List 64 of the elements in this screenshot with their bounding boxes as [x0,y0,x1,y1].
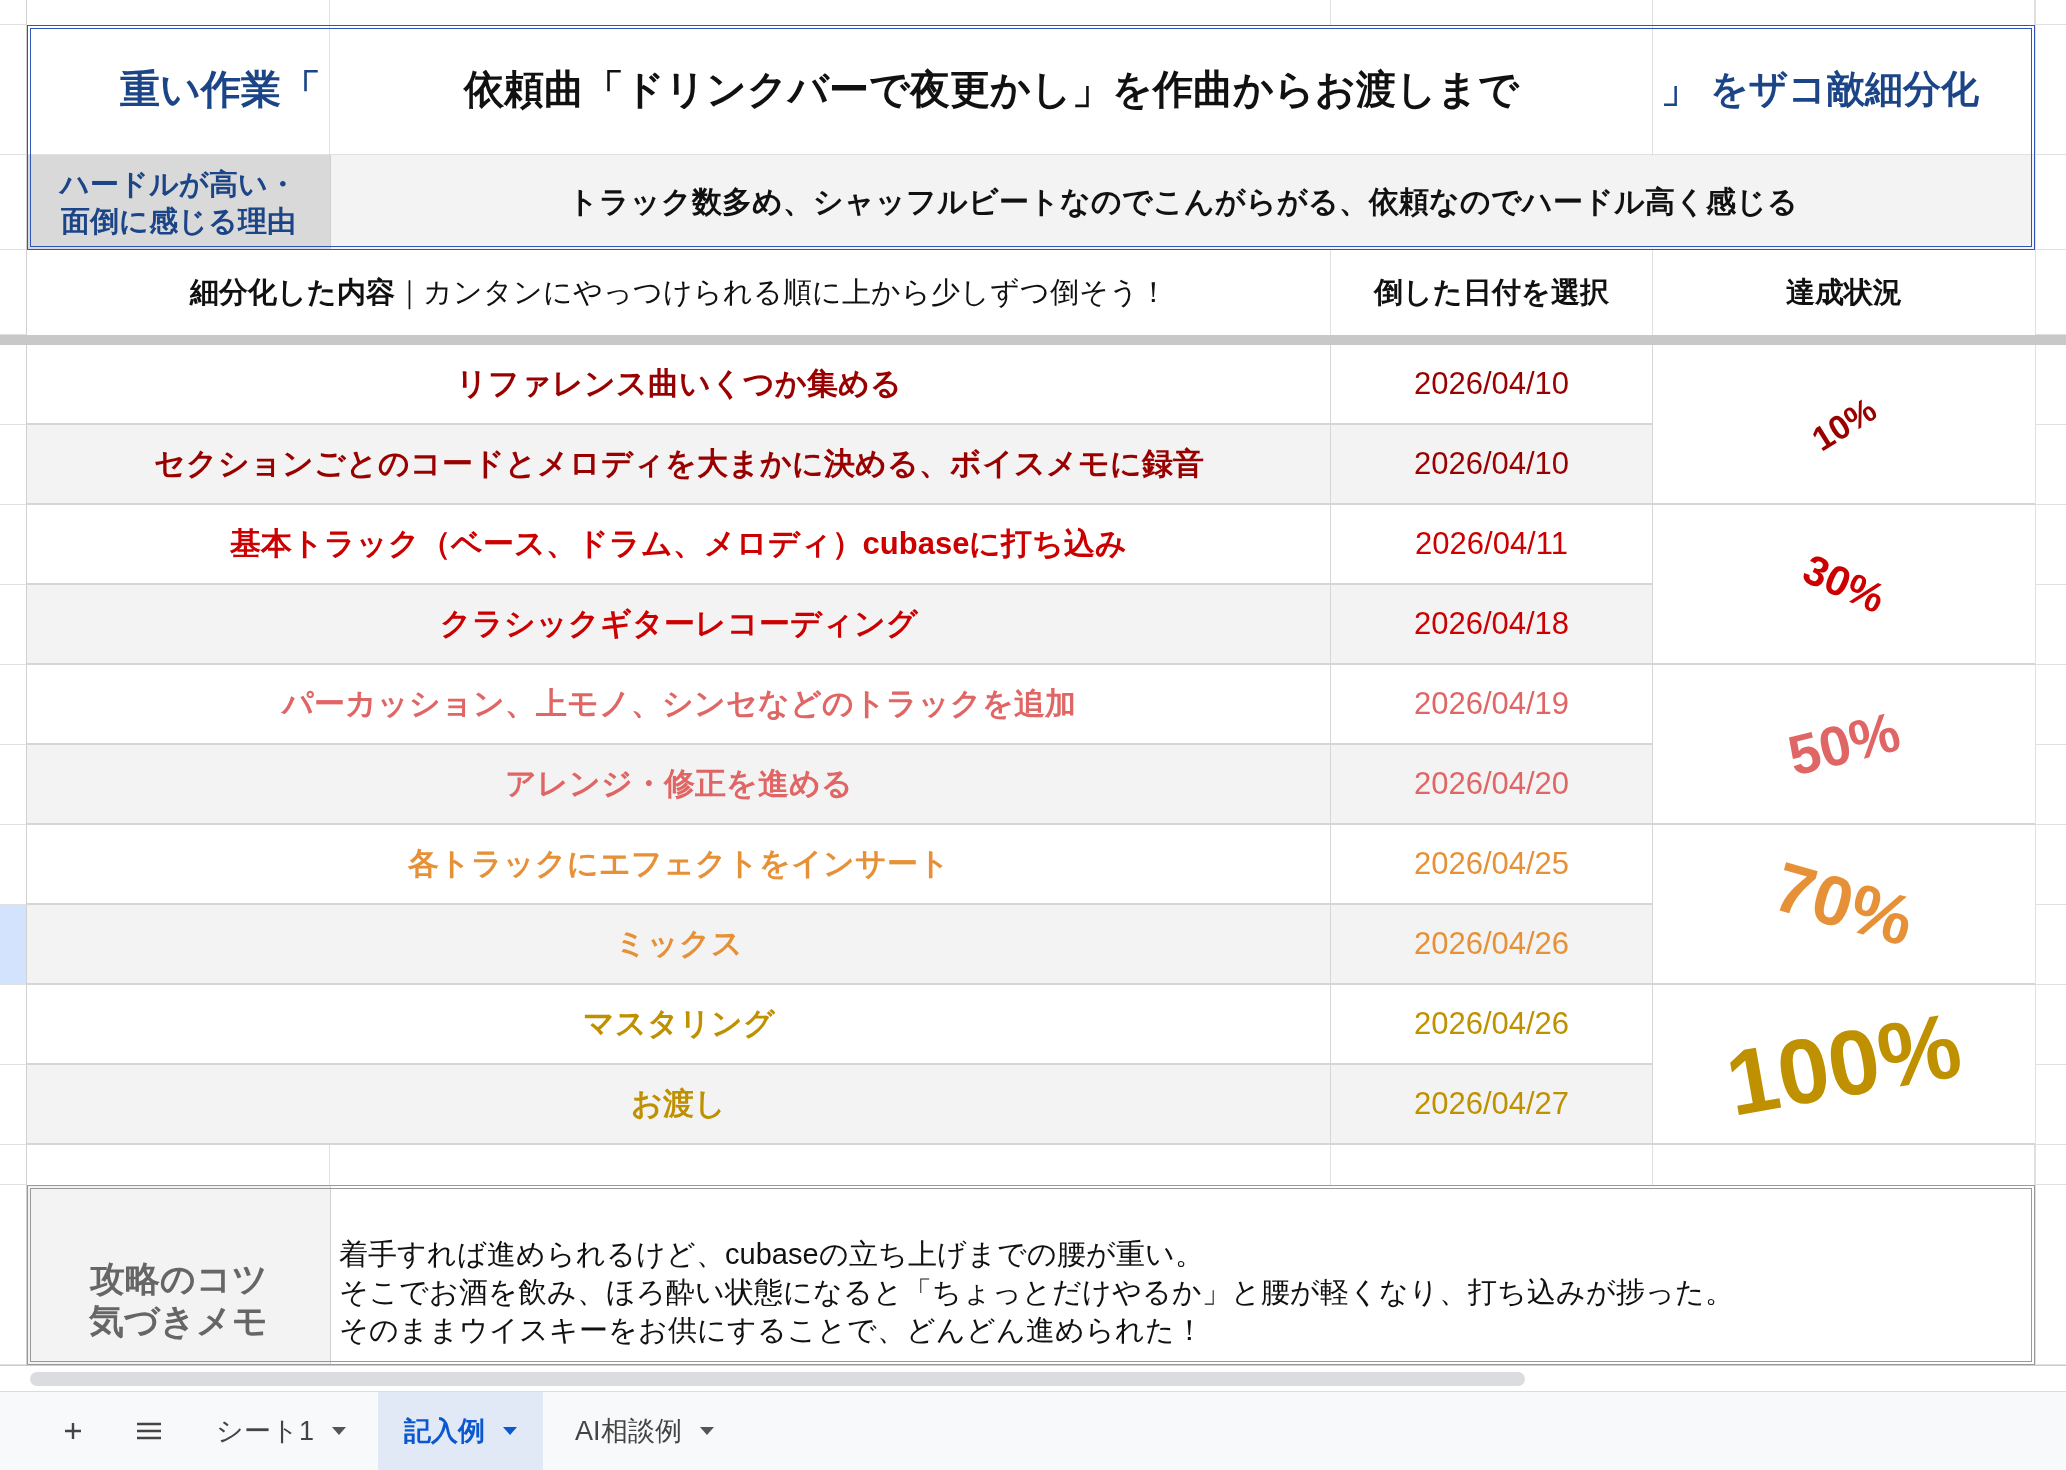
row-header[interactable] [0,825,27,905]
progress-percent: 50% [1782,703,1906,785]
sheet-tab[interactable]: 記入例 [378,1392,544,1470]
memo-line: そこでお酒を飲み、ほろ酔い状態になると「ちょっとだけやるか」と腰が軽くなり、打ち込みが捗った。 [339,1275,1734,1310]
title-prefix: 重い作業「 [120,66,321,113]
sheet-tab[interactable]: AI相談例 [549,1392,740,1470]
progress-percent: 70% [1767,851,1921,957]
caret-icon [699,1427,714,1435]
date-text: 2026/04/26 [1413,926,1570,962]
grid-cell [2035,1145,2066,1185]
memo-label: 攻略のコツ気づきメモ [88,1258,269,1342]
title-suffix: 」 をザコ敵細分化 [1661,67,1979,112]
row-header[interactable] [0,155,27,250]
progress-percent: 100% [1720,998,1968,1130]
task-text: パーカッション、上モノ、シンセなどのトラックを追加 [281,685,1076,723]
row-header[interactable] [0,0,27,25]
row-header[interactable] [0,585,27,665]
date-text: 2026/04/10 [1413,446,1570,482]
date-text: 2026/04/10 [1413,366,1570,402]
row-header[interactable] [0,1185,27,1365]
progress-percent: 30% [1797,547,1891,621]
sheet-tab[interactable]: シート1 [190,1392,373,1470]
task-text: クラシックギターレコーディング [439,605,918,643]
date-text: 2026/04/20 [1413,766,1570,802]
row-header[interactable] [0,345,27,425]
row-header[interactable] [0,905,27,985]
row-header[interactable] [0,745,27,825]
date-text: 2026/04/19 [1413,686,1570,722]
task-text: ミックス [614,925,743,963]
row-header[interactable] [0,425,27,505]
task-text: アレンジ・修正を進める [504,765,853,803]
task-title: 依頼曲「ドリンクバーで夜更かし」を作曲からお渡しまで [463,66,1519,113]
caret-icon [503,1427,518,1435]
reason-label: ハードルが高い・面倒に感じる理由 [58,167,298,239]
task-text: 各トラックにエフェクトをインサート [407,845,950,883]
menu-icon [135,1421,163,1441]
row-header[interactable] [0,1145,27,1185]
row-header[interactable] [0,25,27,155]
memo-line: 着手すれば進められるけど、cubaseの立ち上げまでの腰が重い。 [339,1237,1204,1272]
column-header: 達成状況 [1786,274,1902,310]
task-text: 基本トラック（ベース、ドラム、メロディ）cubaseに打ち込み [229,525,1128,563]
plus-icon [62,1420,84,1442]
column-header: 倒した日付を選択 [1374,274,1609,310]
task-text: お渡し [631,1085,726,1123]
column-header: 細分化した内容｜カンタンにやっつけられる順に上から少しずつ倒そう！ [189,274,1168,312]
row-header[interactable] [0,1065,27,1145]
reason-text: トラック数多め、シャッフルビートなのでこんがらがる、依頼なのでハードル高く感じる [568,184,1798,220]
task-text: マスタリング [582,1005,775,1043]
row-header[interactable] [0,505,27,585]
date-text: 2026/04/26 [1413,1006,1570,1042]
scrollbar-thumb[interactable] [30,1371,1525,1386]
memo-line: そのままウイスキーをお供にすることで、どんどん進められた！ [339,1313,1204,1348]
grid-cell [2035,0,2066,25]
date-text: 2026/04/27 [1413,1086,1570,1122]
date-text: 2026/04/25 [1413,846,1570,882]
progress-percent: 10% [1806,391,1882,457]
row-header[interactable] [0,665,27,745]
task-text: セクションごとのコードとメロディを大まかに決める、ボイスメモに録音 [153,445,1204,483]
caret-icon [332,1427,347,1435]
date-text: 2026/04/11 [1415,526,1568,562]
row-header[interactable] [0,985,27,1065]
task-text: リファレンス曲いくつか集める [455,365,902,403]
row-header[interactable] [0,250,27,335]
date-text: 2026/04/18 [1413,606,1570,642]
